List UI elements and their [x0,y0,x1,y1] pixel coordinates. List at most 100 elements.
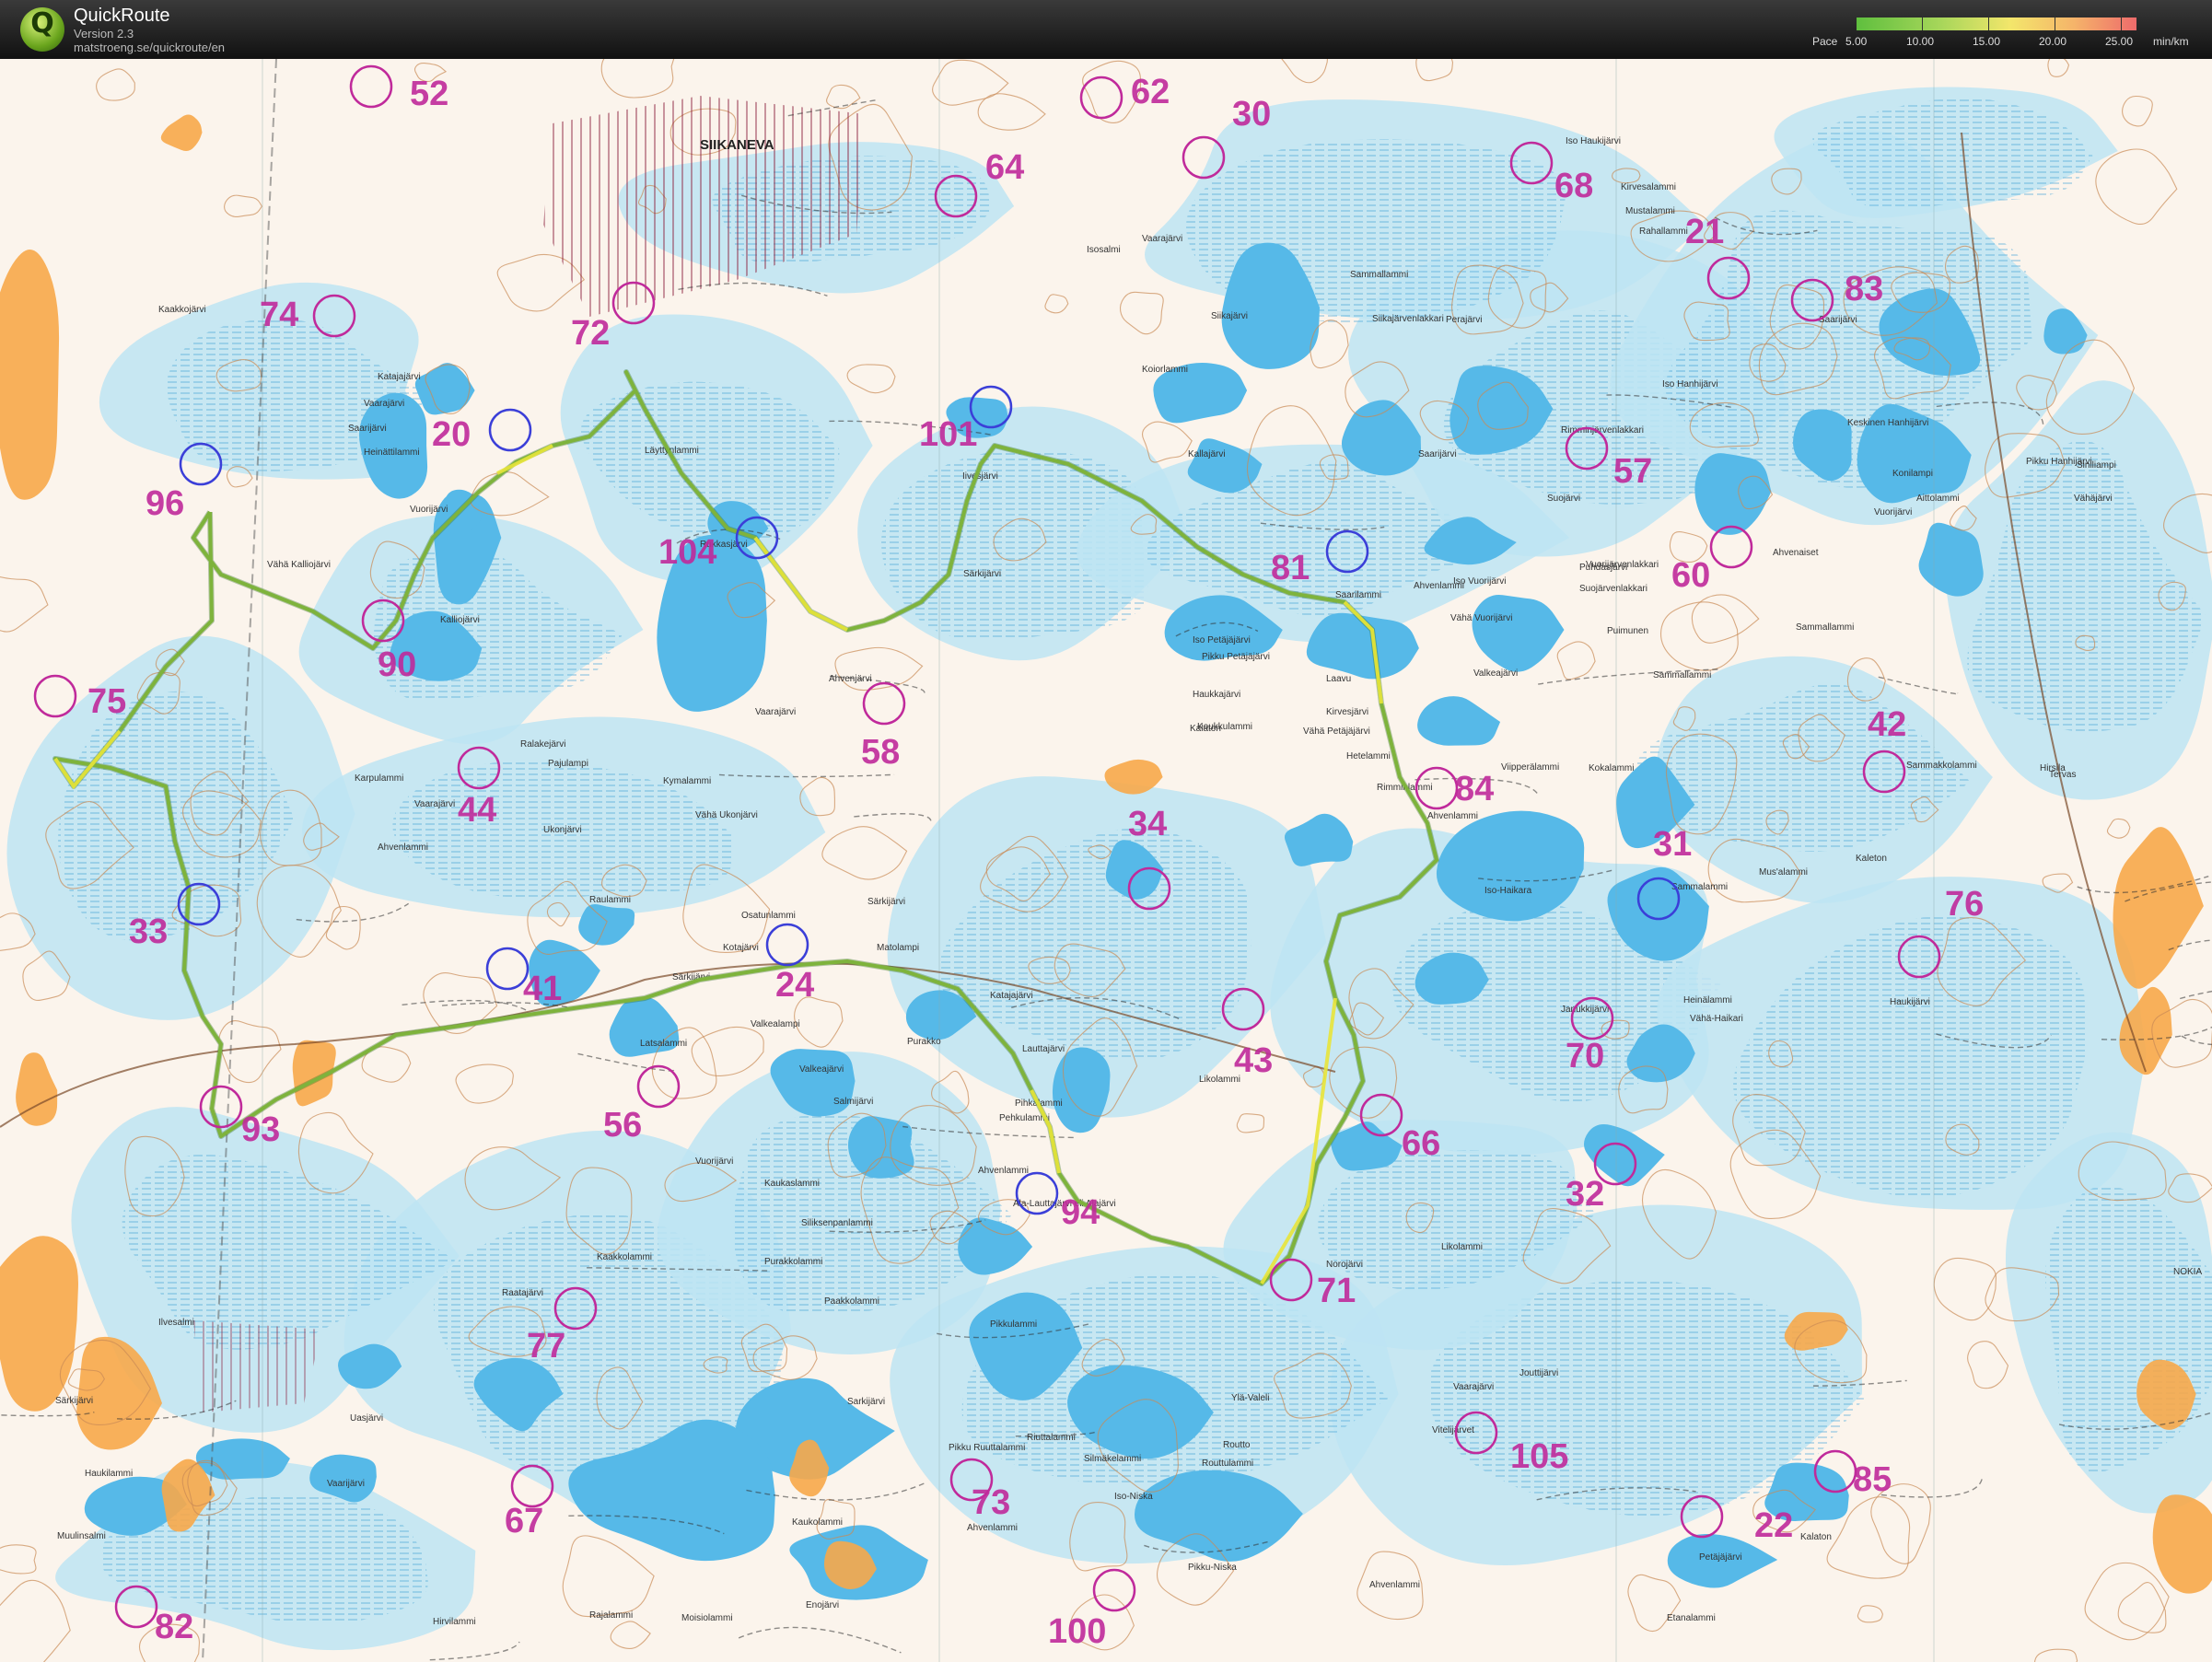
place-name: Kaakkolammi [597,1252,652,1262]
control-number: 101 [919,415,977,454]
place-name: Saarilammi [1335,590,1381,600]
place-name: Haukkajärvi [1193,690,1240,700]
place-name: Likolammi [1441,1242,1483,1252]
place-name: Ralakejärvi [520,739,565,750]
place-name: Hirvilammi [433,1617,476,1627]
place-name: Sammallammi [1350,270,1408,280]
control-number: 57 [1613,452,1652,491]
place-name: Perajärvi [1446,315,1482,325]
place-name: Katajajärvi [378,372,421,382]
place-name: Kirvesjärvi [1326,707,1368,717]
place-name: Latsalammi [640,1039,687,1049]
place-name: Kaleton [1856,854,1887,864]
place-name: Saarijärvi [1418,449,1457,459]
control-number: 20 [432,415,471,454]
control-number: 74 [260,296,298,334]
app-url: matstroeng.se/quickroute/en [74,41,226,54]
place-name: Haukilammi [85,1469,133,1479]
place-name: Sammalammi [1671,882,1728,892]
place-name: Laavu [1326,674,1351,684]
place-name: Saarijärvi [348,424,387,434]
place-name: Enojärvi [806,1600,839,1610]
control-number: 83 [1845,270,1883,308]
place-name: Valkeajärvi [1473,668,1518,679]
place-name: Vähä-Haikari [1690,1014,1743,1024]
place-name: Kallajärvi [1188,449,1226,459]
place-name: Sammallammi [1653,670,1711,680]
place-name: Särkijärvi [963,569,1001,579]
control-number: 34 [1128,805,1167,843]
control-number: 44 [458,791,496,830]
pace-value: 25.00 [2105,35,2134,48]
control-number: 42 [1868,705,1906,744]
place-name: Vaarijärvi [327,1479,365,1489]
logo-letter: Q [30,7,54,40]
place-name: Sammakkolammi [1906,761,1977,771]
place-name: Katajajärvi [990,991,1033,1001]
place-name: Norojärvi [1326,1260,1363,1270]
place-name: Vuorijärvenlakkari [1586,560,1659,570]
control-number: 30 [1232,95,1271,134]
place-name: Ahvenlammi [967,1523,1018,1533]
control-number: 76 [1945,885,1984,924]
place-name: Kotajärvi [723,943,759,953]
place-name: Kalliojärvi [440,615,480,625]
place-name: Ahvenlammi [1427,811,1478,821]
control-number: 58 [861,733,900,772]
control-number: 104 [658,533,716,572]
place-name: Suojärvenlakkari [1579,584,1647,594]
control-number: 60 [1671,556,1710,595]
place-name: Silmäkelammi [1084,1454,1141,1464]
app-title-bar: Q QuickRoute Version 2.3 matstroeng.se/q… [0,0,2212,59]
control-number: 52 [410,75,448,113]
control-number: 24 [775,966,814,1005]
control-number: 77 [527,1327,565,1366]
pace-caption: Pace [1812,35,1838,48]
place-name: Heinättilammi [364,447,420,458]
place-name: Vähäjärvi [2074,494,2113,504]
place-name: Vaarajärvi [414,799,455,809]
place-name: Mus'alammi [1759,867,1808,877]
place-name: Iso Petäjäjärvi [1193,635,1251,645]
lake [847,1116,914,1179]
place-name: Pajulampi [548,759,588,769]
place-name: Muulinsalmi [57,1531,106,1541]
place-name: Ahvenaiset [1773,548,1819,558]
control-number: 31 [1653,825,1692,864]
place-name: Kaakkojärvi [158,305,206,315]
place-name: Konilampi [1892,469,1933,479]
place-name: Pikku-Niska [1188,1563,1237,1573]
place-name: Rajalammi [589,1610,633,1621]
place-name: Pikku Ruuttalammi [949,1443,1025,1453]
pace-color-scale [1857,17,2136,30]
place-name: Vuorijärvi [695,1156,733,1167]
place-name: Routtulammi [1202,1459,1253,1469]
app-name: QuickRoute [74,6,170,26]
pace-value: 15.00 [1973,35,2001,48]
place-name: Vähä Vuorijärvi [1450,613,1512,623]
place-name: Etanalammi [1667,1613,1716,1623]
place-name: Osatunlammi [741,911,796,921]
place-name: Vähä Kalliojärvi [267,560,331,570]
place-name: Vuorijärvi [1874,507,1912,517]
place-name: Siniliampi [2077,460,2116,471]
place-name: Iso Hanhijärvi [1662,379,1718,389]
place-name: Purakko [907,1037,941,1047]
place-name: Paakkolammi [824,1296,879,1307]
place-name: Ahvenlammi [1369,1580,1420,1590]
place-name: Valkeajärvi [799,1064,844,1075]
orienteering-map[interactable]: SIIKANEVA Kaakkojärvi Katajajärvi Vaarajärv… [0,59,2212,1662]
control-number: 93 [241,1110,280,1149]
place-name: Valkealampi [751,1019,800,1029]
place-name: Vitelijärvet [1432,1425,1474,1435]
control-number: 94 [1061,1193,1100,1232]
place-name: Sarkijärvi [847,1397,885,1407]
place-name: Puimunen [1607,626,1648,636]
restricted-area [193,1320,322,1412]
place-name: Moisiolammi [681,1613,733,1623]
place-name: Rahallammi [1639,227,1688,237]
control-number: 64 [985,148,1024,187]
place-name: Viipperälammi [1501,762,1559,773]
place-name: Janukkijärvi [1561,1005,1609,1015]
place-name: Petäjäjärvi [1699,1552,1742,1563]
